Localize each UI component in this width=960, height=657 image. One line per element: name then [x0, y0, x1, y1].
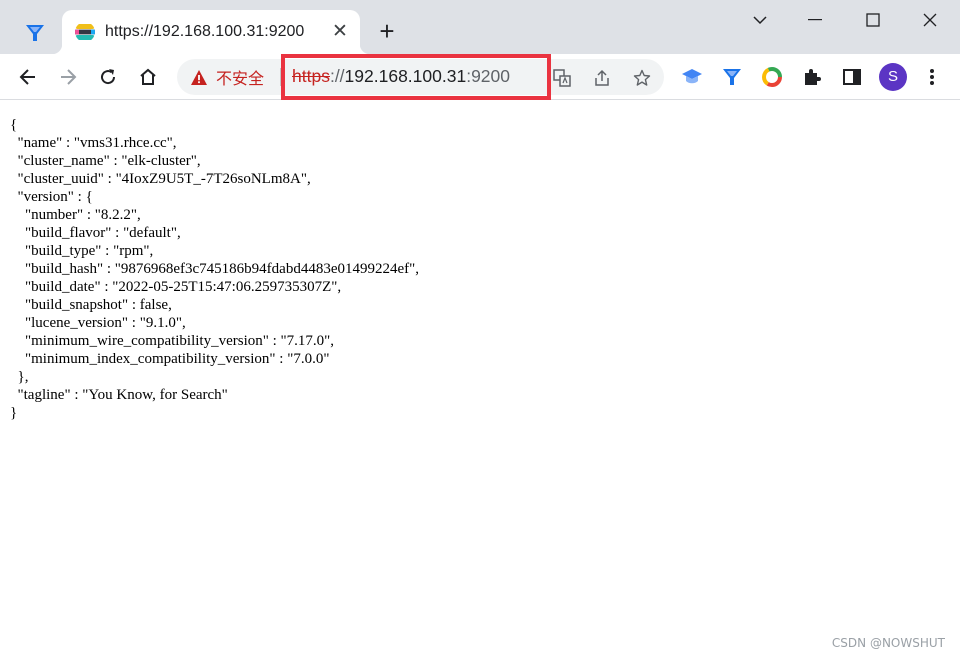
json-line: "build_flavor" : "default",	[10, 225, 181, 241]
json-line: "build_hash" : "9876968ef3c745186b94fdab…	[10, 261, 420, 277]
json-line: "build_date" : "2022-05-25T15:47:06.2597…	[10, 279, 342, 295]
active-tab[interactable]: https://192.168.100.31:9200 ✕	[52, 10, 370, 54]
reload-icon	[101, 69, 116, 85]
json-line: "cluster_name" : "elk-cluster",	[10, 153, 201, 169]
extension-funnel-icon[interactable]	[720, 65, 744, 89]
json-response: { "name" : "vms31.rhce.cc", "cluster_nam…	[10, 116, 950, 422]
home-icon	[140, 68, 156, 85]
profile-avatar[interactable]: S	[879, 63, 907, 91]
tab-strip: https://192.168.100.31:9200 ✕ +	[0, 0, 960, 54]
json-line: "build_type" : "rpm",	[10, 243, 154, 259]
close-tab-icon[interactable]: ✕	[330, 22, 350, 42]
json-line: {	[10, 117, 18, 133]
extension-ring-icon[interactable]	[760, 65, 784, 89]
watermark: CSDN @NOWSHUT	[831, 636, 945, 650]
maximize-icon[interactable]	[858, 10, 888, 30]
new-tab-button[interactable]: +	[374, 18, 400, 44]
json-line: "version" : {	[10, 189, 93, 205]
back-button[interactable]	[14, 63, 42, 91]
close-window-icon[interactable]	[915, 10, 945, 30]
warning-icon	[191, 69, 207, 85]
security-indicator[interactable]: 不安全	[191, 59, 264, 95]
share-icon[interactable]	[592, 68, 612, 88]
minimize-icon[interactable]	[800, 10, 830, 30]
security-label: 不安全	[216, 71, 265, 88]
translate-icon[interactable]	[552, 68, 572, 88]
home-button[interactable]	[134, 63, 162, 91]
json-line: "minimum_index_compatibility_version" : …	[10, 351, 330, 367]
tab-title: https://192.168.100.31:9200	[105, 23, 305, 40]
json-line: "build_snapshot" : false,	[10, 297, 172, 313]
elastic-icon	[75, 22, 95, 42]
json-line: "tagline" : "You Know, for Search"	[10, 387, 228, 403]
bookmark-star-icon[interactable]	[632, 68, 652, 88]
forward-button[interactable]	[54, 63, 82, 91]
arrow-left-icon	[19, 69, 35, 85]
arrow-right-icon	[61, 69, 77, 85]
side-panel-icon[interactable]	[840, 65, 864, 89]
reload-button[interactable]	[94, 63, 122, 91]
url-highlight-box	[281, 54, 551, 100]
extensions-puzzle-icon[interactable]	[800, 65, 824, 89]
json-line: "name" : "vms31.rhce.cc",	[10, 135, 177, 151]
json-line: "cluster_uuid" : "4IoxZ9U5T_-7T26soNLm8A…	[10, 171, 311, 187]
funnel-icon	[26, 25, 44, 41]
extension-cap-icon[interactable]	[680, 65, 704, 89]
json-line: }	[10, 405, 18, 421]
json-line: },	[10, 369, 29, 385]
json-line: "lucene_version" : "9.1.0",	[10, 315, 186, 331]
menu-kebab-icon[interactable]	[920, 65, 944, 89]
json-line: "number" : "8.2.2",	[10, 207, 141, 223]
tab-search-icon[interactable]	[745, 10, 775, 30]
json-line: "minimum_wire_compatibility_version" : "…	[10, 333, 335, 349]
